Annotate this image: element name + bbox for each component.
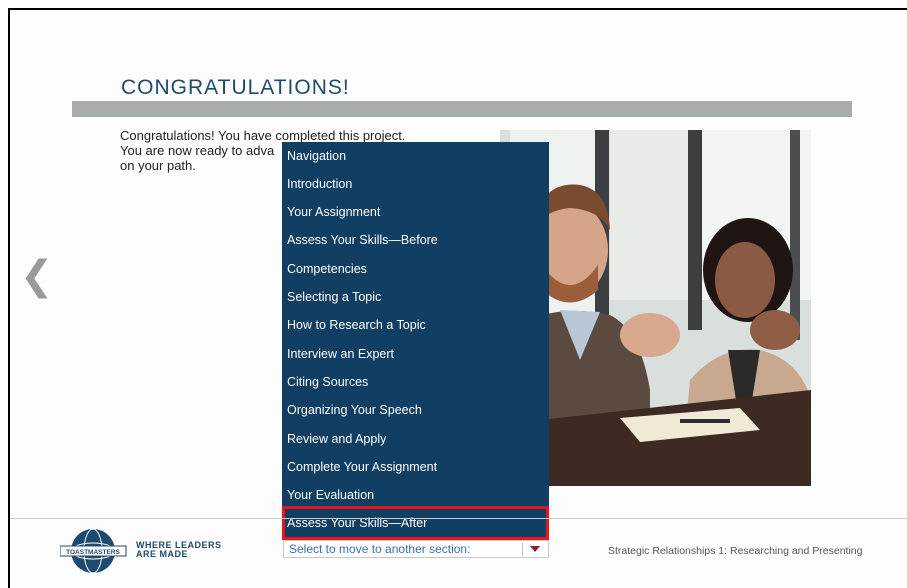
section-select-placeholder: Select to move to another section: [289, 542, 471, 556]
back-arrow-icon[interactable]: ❮ [20, 256, 54, 296]
menu-item-research-topic[interactable]: How to Research a Topic [287, 314, 545, 336]
caret-down-icon[interactable] [522, 542, 547, 556]
menu-item-introduction[interactable]: Introduction [287, 173, 545, 195]
menu-item-interview-expert[interactable]: Interview an Expert [287, 343, 545, 365]
menu-item-your-assignment[interactable]: Your Assignment [287, 201, 545, 223]
navigation-menu: Navigation Introduction Your Assignment … [282, 142, 549, 540]
page-title: CONGRATULATIONS! [121, 76, 350, 99]
menu-item-complete-assignment[interactable]: Complete Your Assignment [287, 456, 545, 478]
logo-tagline: WHERE LEADERS ARE MADE [136, 541, 222, 559]
tagline-line: ARE MADE [136, 549, 189, 559]
toastmasters-logo: TOASTMASTERS [59, 526, 130, 576]
menu-item-your-evaluation[interactable]: Your Evaluation [287, 484, 545, 506]
svg-text:TOASTMASTERS: TOASTMASTERS [66, 549, 120, 556]
menu-item-assess-skills-after[interactable]: Assess Your Skills—After [282, 506, 549, 540]
menu-item-organizing-speech[interactable]: Organizing Your Speech [287, 399, 545, 421]
menu-item-assess-skills-before[interactable]: Assess Your Skills—Before [287, 229, 545, 251]
menu-item-citing-sources[interactable]: Citing Sources [287, 371, 545, 393]
footer-divider [10, 518, 907, 519]
menu-item-review-apply[interactable]: Review and Apply [287, 428, 545, 450]
menu-item-selecting-topic[interactable]: Selecting a Topic [287, 286, 545, 308]
section-select-dropdown[interactable]: Select to move to another section: [283, 540, 549, 558]
menu-item-navigation[interactable]: Navigation [287, 145, 545, 167]
title-divider-bar [72, 101, 852, 117]
menu-item-competencies[interactable]: Competencies [287, 258, 545, 280]
course-title: Strategic Relationships 1: Researching a… [608, 545, 863, 557]
intro-line: Congratulations! You have completed this… [120, 128, 406, 143]
